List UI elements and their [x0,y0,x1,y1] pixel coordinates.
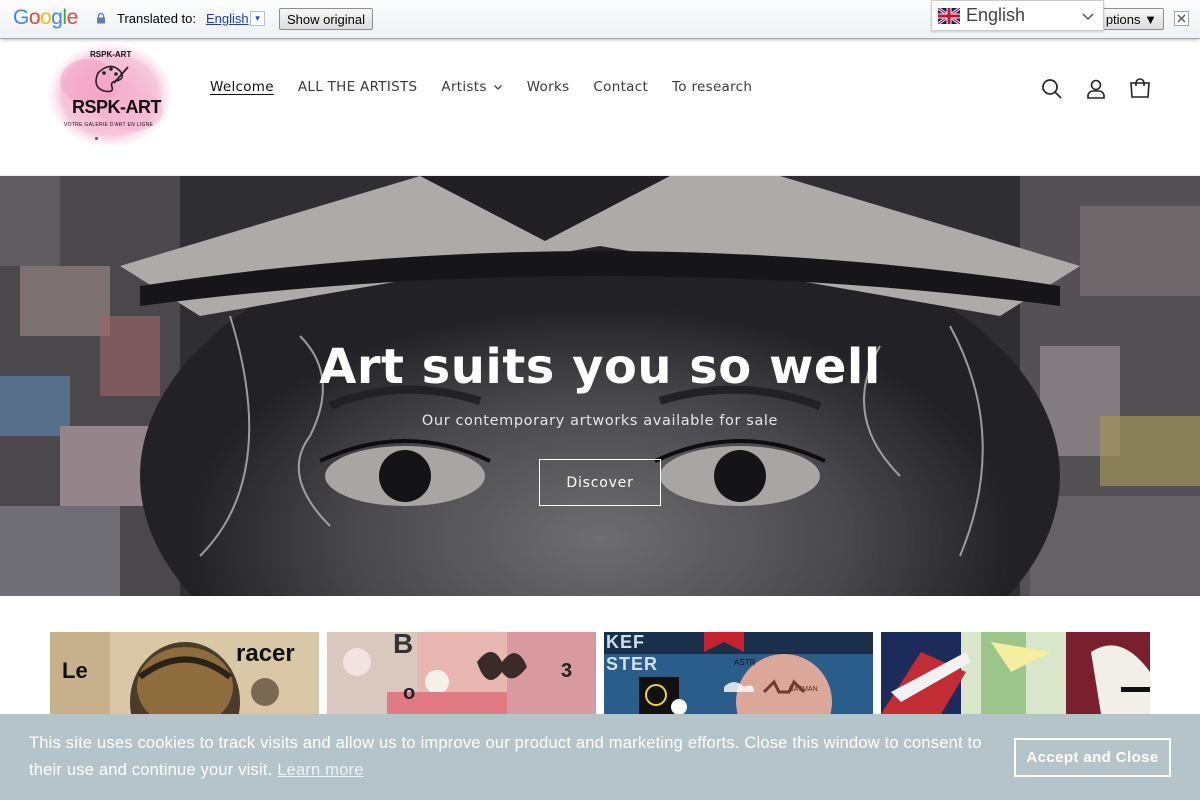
logo-tagline: VOTRE GALERIE D'ART EN LIGNE [64,122,154,128]
hero-title: Art suits you so well [319,339,881,395]
site-logo[interactable]: RSPK-ART RSPK-ART VOTRE GALERIE D'ART EN… [48,41,172,149]
cookie-message: This site uses cookies to track visits a… [29,730,1019,784]
product-art-text-b: B [393,632,414,659]
uk-flag-icon [938,7,960,24]
cookie-text: This site uses cookies to track visits a… [29,734,982,779]
product-art-text-3: 3 [561,660,573,682]
language-selector-label: English [966,5,1026,25]
hero-banner: Art suits you so well Our contemporary a… [0,176,1200,596]
product-art-text-o: o [403,682,416,704]
product-image-collage-pink [327,632,596,714]
nav-welcome[interactable]: Welcome [210,79,274,95]
nav-to-research[interactable]: To research [672,79,752,95]
site-header: RSPK-ART RSPK-ART VOTRE GALERIE D'ART EN… [0,39,1200,176]
accept-and-close-button[interactable]: Accept and Close [1014,738,1171,777]
translated-language-link[interactable]: English [206,11,249,26]
chevron-down-icon [493,85,502,90]
language-dropdown-caret[interactable]: ▾ [250,11,265,26]
product-art-text-batman: BATMAN [789,686,818,693]
chevron-down-icon [1082,13,1094,21]
product-card-3[interactable]: STER KEF ASTR BATMAN [604,632,873,714]
cookie-banner: This site uses cookies to track visits a… [0,714,1200,800]
options-button[interactable]: ptions ▼ [1094,8,1164,30]
nav-works[interactable]: Works [527,79,570,95]
product-art-text-le: Le [62,658,88,683]
cart-icon[interactable] [1129,78,1151,100]
translated-to-label: Translated to: [117,11,197,26]
discover-button[interactable]: Discover [539,459,661,506]
logo-top-text: RSPK-ART [90,50,132,59]
product-art-text-racer: racer [236,640,295,667]
close-icon [1177,14,1186,23]
nav-all-the-artists[interactable]: ALL THE ARTISTS [298,79,418,95]
main-nav: Welcome ALL THE ARTISTS Artists Works Co… [210,79,776,95]
product-art-text-kef: KEF [606,632,645,652]
learn-more-link[interactable]: Learn more [277,761,363,779]
nav-artists-label: Artists [441,79,487,95]
show-original-button[interactable]: Show original [279,8,373,30]
language-selector[interactable]: English [931,0,1104,31]
product-image-abstract [881,632,1150,714]
logo-dot [95,137,98,140]
nav-artists[interactable]: Artists [441,79,502,95]
nav-contact[interactable]: Contact [593,79,648,95]
hero-subtitle: Our contemporary artworks available for … [421,413,779,429]
product-card-4[interactable] [881,632,1150,714]
product-art-text-ster: STER [606,654,659,674]
lock-icon [97,13,105,24]
close-translate-bar-button[interactable] [1174,11,1189,26]
account-icon[interactable] [1085,78,1107,100]
search-icon[interactable] [1041,78,1063,100]
product-card-2[interactable]: B o 3 [327,632,596,714]
product-art-text-astr: ASTR [734,658,756,667]
google-logo: Google [13,6,78,29]
product-card-1[interactable]: racer Le [50,632,319,714]
logo-main-text: RSPK-ART [72,97,162,117]
